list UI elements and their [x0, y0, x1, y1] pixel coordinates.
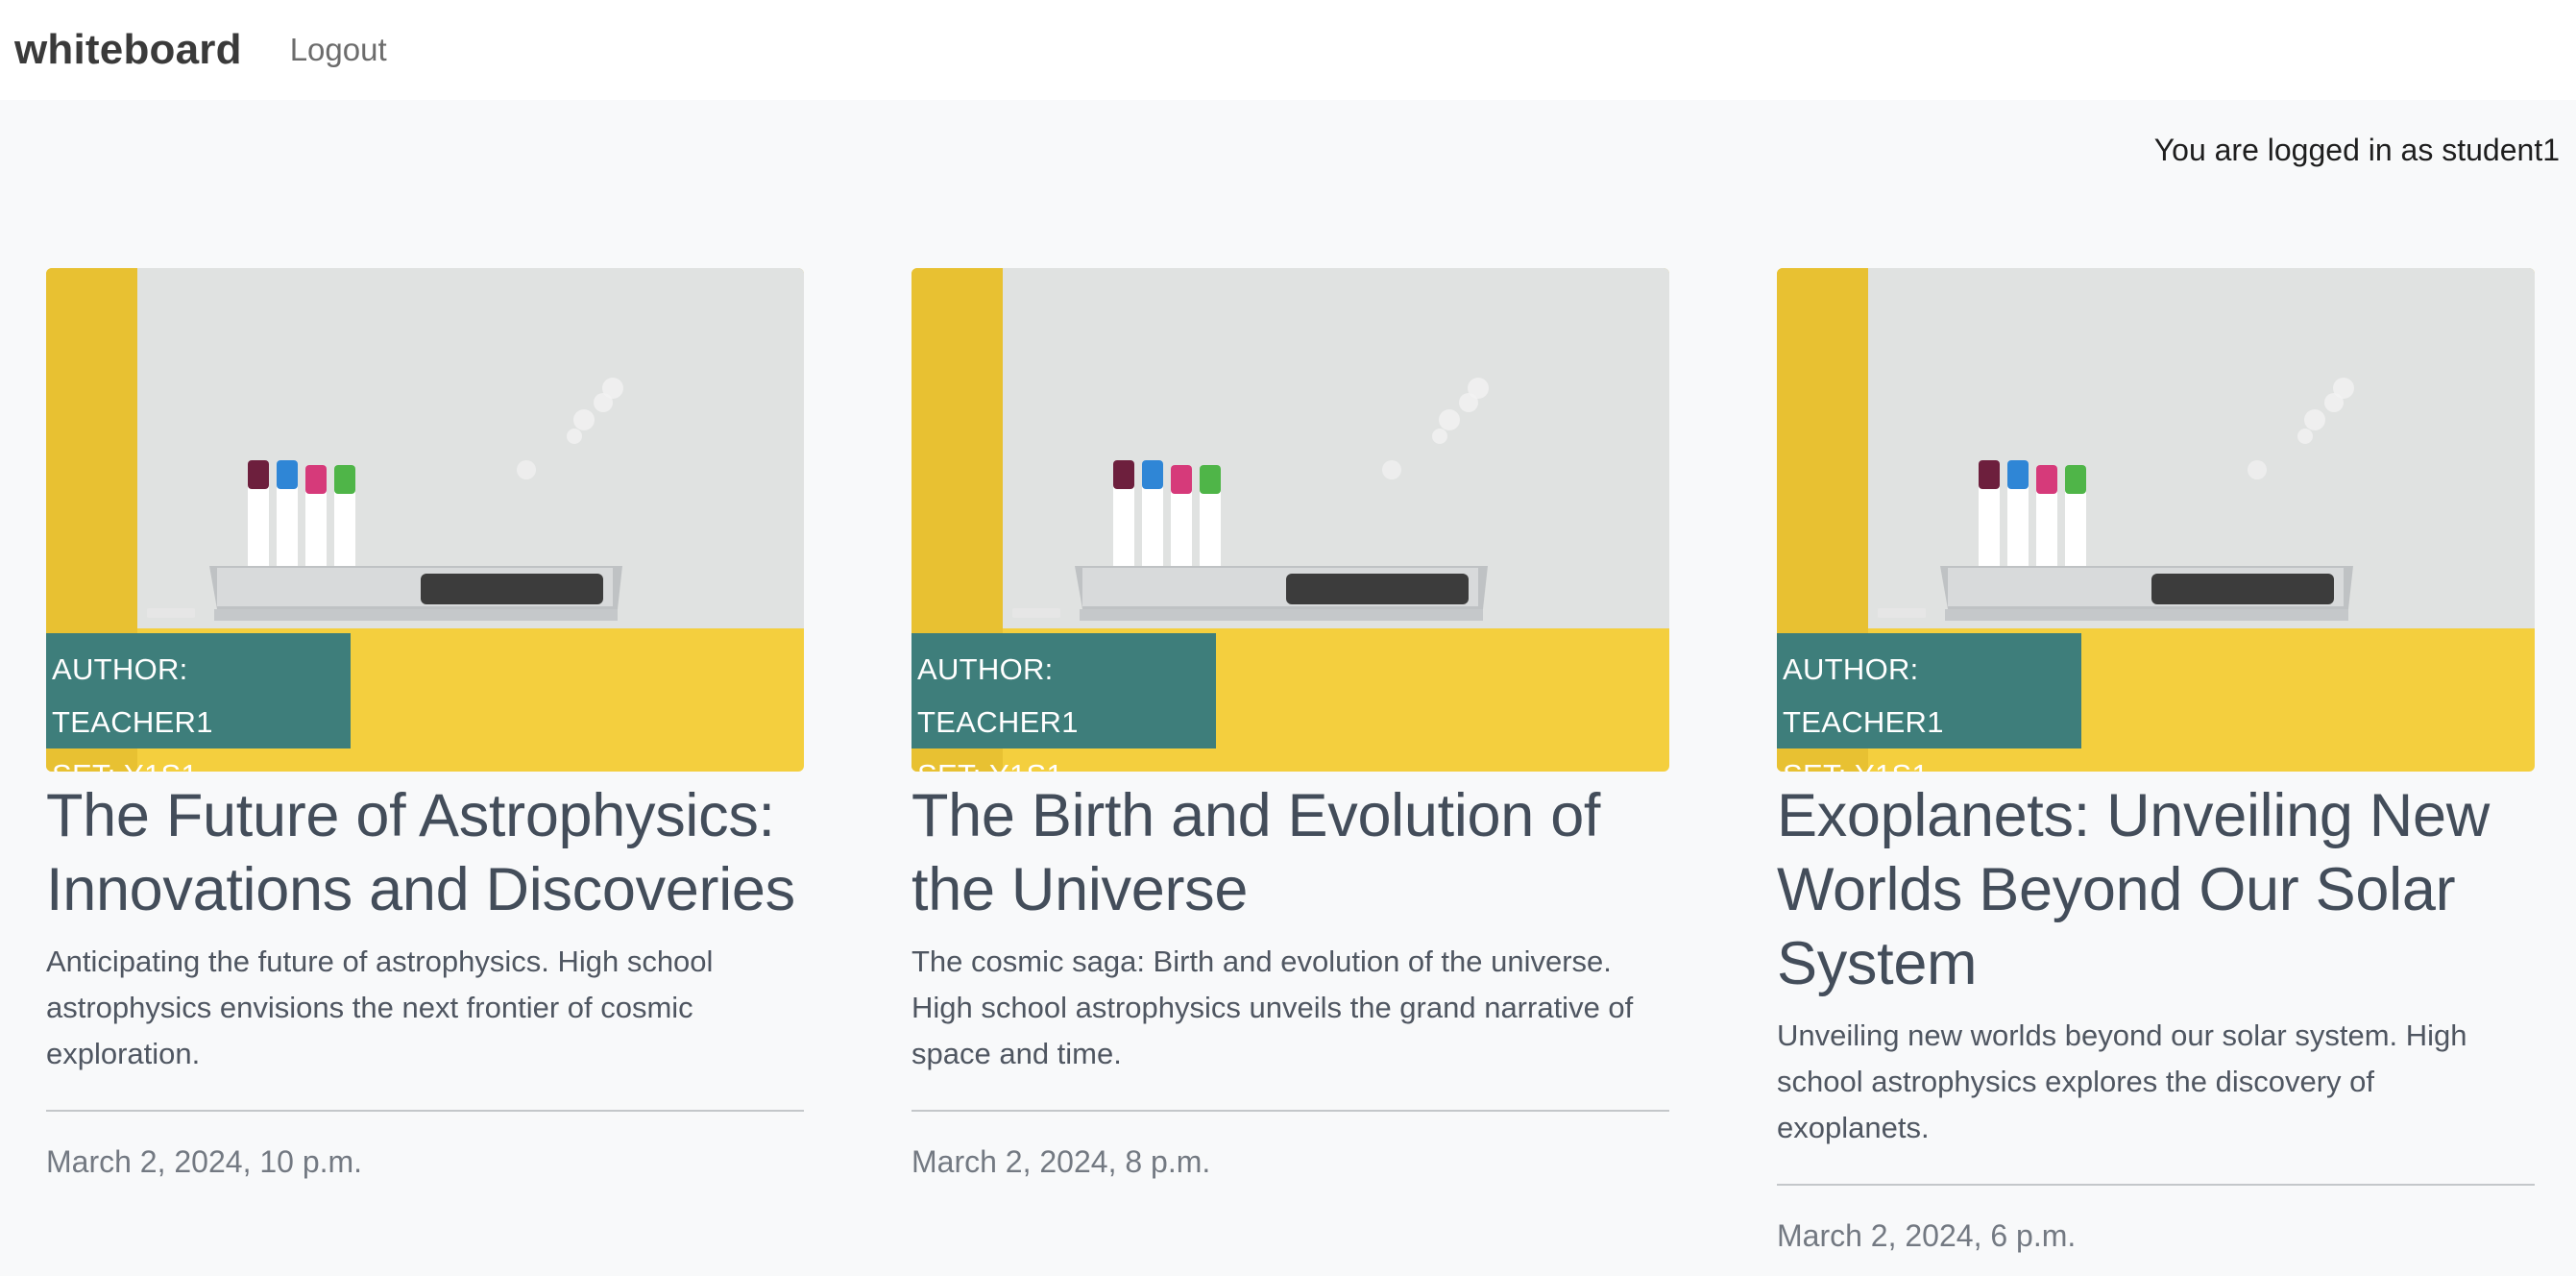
- post-meta-badge: AUTHOR: TEACHER1 SET: Y1S1: [46, 633, 351, 772]
- post-meta-badge: AUTHOR: TEACHER1 SET: Y1S1: [1777, 633, 2081, 772]
- post-meta-badge: AUTHOR: TEACHER1 SET: Y1S1: [911, 633, 1216, 772]
- post-date: March 2, 2024, 8 p.m.: [911, 1144, 1211, 1179]
- divider: [1777, 1184, 2535, 1186]
- divider: [911, 1110, 1669, 1112]
- post-card[interactable]: AUTHOR: TEACHER1 SET: Y1S1 Exoplanets: U…: [1777, 268, 2535, 1254]
- post-title[interactable]: Exoplanets: Unveiling New Worlds Beyond …: [1777, 779, 2535, 1001]
- post-description: Unveiling new worlds beyond our solar sy…: [1777, 1018, 2467, 1144]
- post-set: SET: Y1S1: [1783, 748, 2074, 772]
- post-date: March 2, 2024, 10 p.m.: [46, 1144, 363, 1179]
- post-thumbnail[interactable]: AUTHOR: TEACHER1 SET: Y1S1: [1777, 268, 2535, 772]
- top-navbar: whiteboard Logout: [0, 0, 2576, 100]
- post-thumbnail[interactable]: AUTHOR: TEACHER1 SET: Y1S1: [911, 268, 1669, 772]
- login-status: You are logged in as student1: [2153, 133, 2560, 167]
- post-thumbnail[interactable]: AUTHOR: TEACHER1 SET: Y1S1: [46, 268, 804, 772]
- post-set: SET: Y1S1: [52, 748, 343, 772]
- divider: [46, 1110, 804, 1112]
- post-title[interactable]: The Future of Astrophysics: Innovations …: [46, 779, 804, 927]
- post-author: AUTHOR: TEACHER1: [917, 652, 1079, 739]
- post-list: AUTHOR: TEACHER1 SET: Y1S1 The Future of…: [46, 268, 2535, 1254]
- post-author: AUTHOR: TEACHER1: [52, 652, 213, 739]
- post-author: AUTHOR: TEACHER1: [1783, 652, 1944, 739]
- post-card[interactable]: AUTHOR: TEACHER1 SET: Y1S1 The Birth and…: [911, 268, 1669, 1254]
- brand-logo[interactable]: whiteboard: [14, 26, 242, 74]
- post-description: Anticipating the future of astrophysics.…: [46, 945, 714, 1070]
- post-title[interactable]: The Birth and Evolution of the Universe: [911, 779, 1669, 927]
- post-card[interactable]: AUTHOR: TEACHER1 SET: Y1S1 The Future of…: [46, 268, 804, 1254]
- logout-link[interactable]: Logout: [290, 32, 387, 68]
- post-date: March 2, 2024, 6 p.m.: [1777, 1218, 2077, 1253]
- post-set: SET: Y1S1: [917, 748, 1208, 772]
- post-description: The cosmic saga: Birth and evolution of …: [911, 945, 1634, 1070]
